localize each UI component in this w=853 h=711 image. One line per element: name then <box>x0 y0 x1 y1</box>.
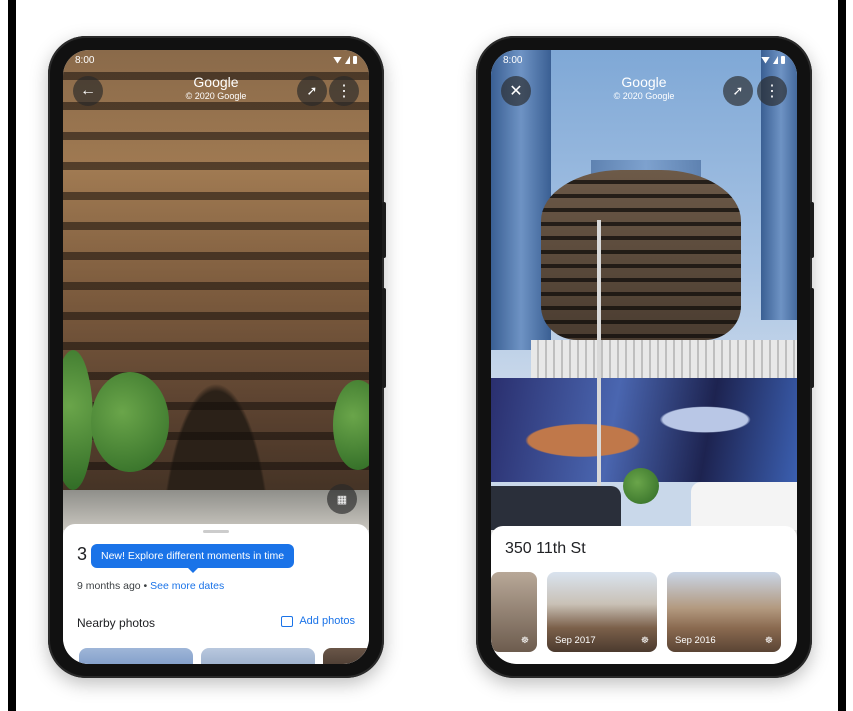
signal-icon <box>773 56 778 64</box>
compass-icon: ➚ <box>732 83 744 98</box>
top-bar: ✕ Google © 2020 Google ➚ ⋮ <box>491 74 797 110</box>
thumbnail-date: Sep 2016 <box>675 635 716 646</box>
power-button <box>810 202 814 258</box>
tree <box>623 468 659 504</box>
address-title: 350 11th St <box>505 540 586 557</box>
compass-icon: ➚ <box>306 83 318 98</box>
thumbnail-date: Sep 2017 <box>555 635 596 646</box>
nearby-photo-thumb[interactable] <box>201 648 315 664</box>
top-bar: ← Google © 2020 Google ➚ ⋮ <box>63 74 369 110</box>
see-more-dates-link[interactable]: See more dates <box>150 580 224 592</box>
add-photo-icon <box>281 615 294 627</box>
mural-wall <box>491 378 797 482</box>
street-view-icon: ☸ <box>520 635 529 645</box>
nearby-photo-thumb[interactable] <box>323 648 369 664</box>
time-thumbnail[interactable]: ☸ <box>491 572 537 652</box>
info-sheet: 3 New! Explore different moments in time… <box>63 524 369 664</box>
add-photos-button[interactable]: Add photos <box>281 615 355 627</box>
street-view-photo[interactable] <box>491 50 797 530</box>
power-button <box>382 202 386 258</box>
lamp-post <box>597 220 601 510</box>
right-phone: 8:00 ✕ Google © 2020 Google ➚ ⋮ 350 11th… <box>476 36 814 678</box>
street-view-photo[interactable] <box>63 50 369 530</box>
compass-button[interactable]: ➚ <box>723 76 753 106</box>
more-button[interactable]: ⋮ <box>329 76 359 106</box>
add-photos-label: Add photos <box>299 615 355 627</box>
status-bar: 8:00 <box>491 50 797 70</box>
signal-icon <box>345 56 350 64</box>
wifi-icon <box>333 56 342 64</box>
status-time: 8:00 <box>75 54 95 66</box>
left-phone: 8:00 ← Google © 2020 Google ➚ ⋮ ▦ 3 New!… <box>48 36 386 678</box>
map-icon: ▦ <box>336 493 348 506</box>
time-thumbnail[interactable]: Sep 2016 ☸ <box>667 572 781 652</box>
more-vert-icon: ⋮ <box>764 83 780 100</box>
compass-button[interactable]: ➚ <box>297 76 327 106</box>
sheet-handle[interactable] <box>203 530 229 533</box>
right-screen: 8:00 ✕ Google © 2020 Google ➚ ⋮ 350 11th… <box>491 50 797 664</box>
info-sheet: 350 11th St ☸ Sep 2017 ☸ Sep 2016 ☸ <box>491 526 797 664</box>
car-white <box>691 482 797 530</box>
street-view-icon: ☸ <box>640 635 649 645</box>
left-screen: 8:00 ← Google © 2020 Google ➚ ⋮ ▦ 3 New!… <box>63 50 369 664</box>
tree-center <box>91 372 169 472</box>
sheet-title: 3 <box>77 544 88 564</box>
more-vert-icon: ⋮ <box>336 83 352 100</box>
nearby-photo-thumb[interactable] <box>79 648 193 664</box>
date-text: 9 months ago • <box>77 580 151 592</box>
status-time: 8:00 <box>503 54 523 66</box>
map-button[interactable]: ▦ <box>327 484 357 514</box>
date-row: 9 months ago • See more dates <box>77 580 224 592</box>
canopy <box>531 340 797 380</box>
street-view-icon: ☸ <box>764 635 773 645</box>
status-bar: 8:00 <box>63 50 369 70</box>
volume-button <box>810 288 814 388</box>
wifi-icon <box>761 56 770 64</box>
car-dark <box>491 486 621 530</box>
battery-icon <box>353 56 357 64</box>
battery-icon <box>781 56 785 64</box>
new-feature-tooltip[interactable]: New! Explore different moments in time <box>91 544 295 573</box>
more-button[interactable]: ⋮ <box>757 76 787 106</box>
time-thumbnail[interactable]: Sep 2017 ☸ <box>547 572 657 652</box>
volume-button <box>382 288 386 388</box>
vessel-structure <box>541 170 741 340</box>
nearby-photos-label: Nearby photos <box>77 616 156 630</box>
